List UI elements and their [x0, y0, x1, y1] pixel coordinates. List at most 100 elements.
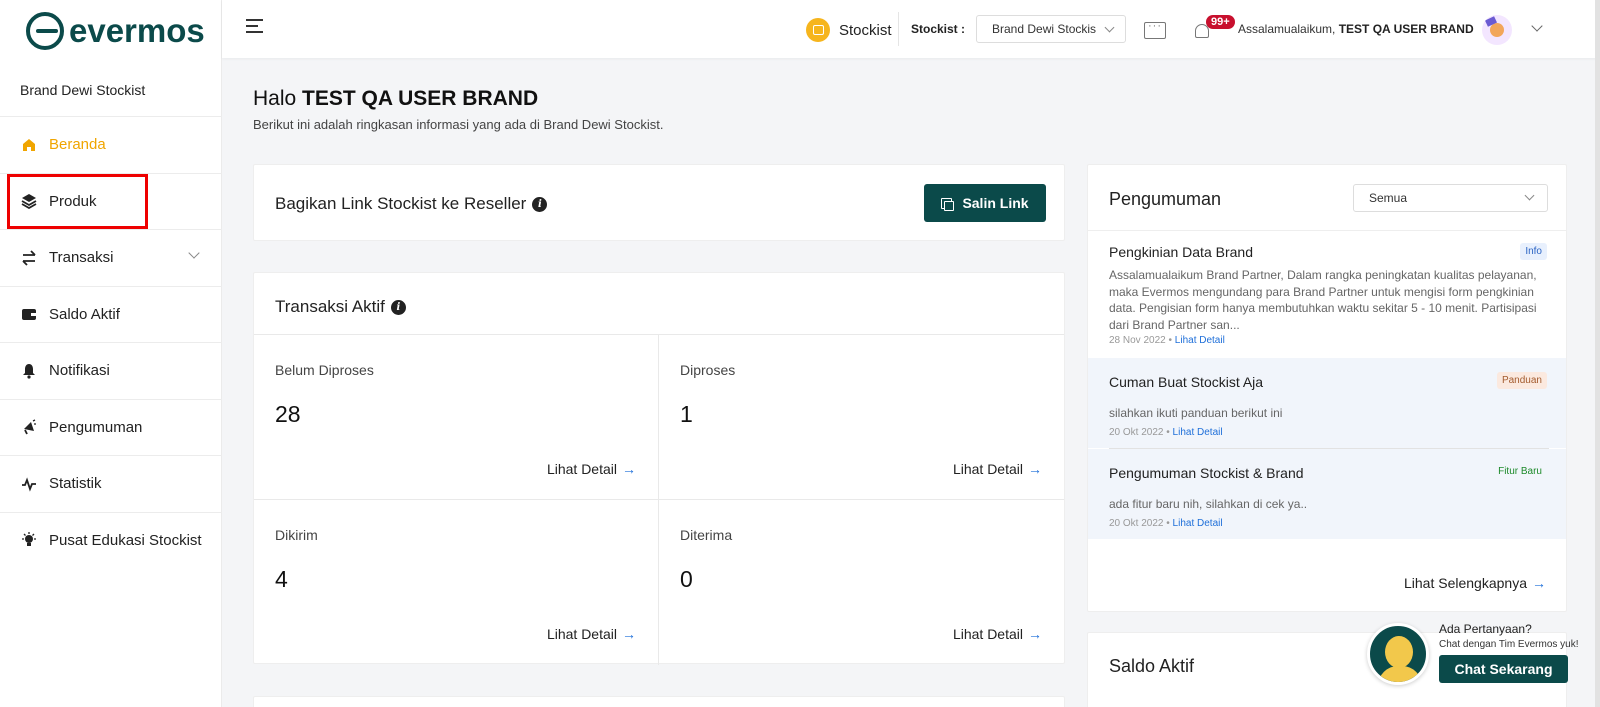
detail-label: Lihat Detail [952, 461, 1023, 477]
home-icon [20, 136, 37, 153]
layers-icon [20, 193, 37, 210]
active-transactions-card: Transaksi Aktif i Belum Diproses 28 Liha… [253, 272, 1065, 665]
announcement-badge: Panduan [1496, 372, 1547, 389]
see-all-announcements-link[interactable]: Lihat Selengkapnya → [1404, 575, 1546, 591]
megaphone-icon [20, 419, 37, 436]
role-label: Stockist [839, 21, 892, 39]
trx-detail-link[interactable]: Lihat Detail → [953, 626, 1042, 642]
trx-detail-link[interactable]: Lihat Detail → [547, 626, 636, 642]
sidebar-item-label: Statistik [49, 475, 102, 493]
trx-label: Dikirim [275, 527, 318, 543]
announcement-filter-select[interactable]: Semua [1353, 184, 1548, 212]
sidebar-item-label: Beranda [49, 136, 106, 154]
announcement-meta: 20 Okt 2022 • Lihat Detail [1109, 427, 1223, 438]
info-icon[interactable]: i [390, 299, 406, 315]
announcements-card: Pengumuman Semua Pengkinian Data Brand I… [1087, 164, 1567, 612]
info-icon[interactable]: i [532, 196, 548, 212]
arrow-right-icon: → [622, 461, 636, 477]
announcement-detail-link[interactable]: Lihat Detail [1173, 518, 1223, 529]
share-link-title-text: Bagikan Link Stockist ke Reseller [275, 194, 527, 213]
store-name: Brand Dewi Stockist [20, 82, 146, 98]
user-menu-chevron-icon[interactable] [1531, 20, 1543, 32]
chat-icon[interactable] [1144, 20, 1166, 39]
trx-cell-diproses: Diproses 1 Lihat Detail → [659, 335, 1064, 500]
announcement-filter-value: Semua [1369, 191, 1408, 205]
bell-icon [20, 362, 37, 379]
trx-label: Diproses [680, 362, 736, 378]
sidebar-item-saldo-aktif[interactable]: Saldo Aktif [0, 285, 222, 343]
trx-cell-diterima: Diterima 0 Lihat Detail → [659, 500, 1064, 665]
trx-count: 1 [680, 401, 693, 427]
announcement-detail-link[interactable]: Lihat Detail [1175, 335, 1225, 346]
announcement-date: 20 Okt 2022 [1109, 427, 1164, 438]
see-all-label: Lihat Selengkapnya [1404, 575, 1527, 591]
scrollbar[interactable] [1595, 0, 1600, 707]
logo-text: evermos [69, 12, 205, 49]
chevron-down-icon [1104, 22, 1115, 33]
chat-question: Ada Pertanyaan? [1439, 622, 1532, 636]
sidebar-item-transaksi[interactable]: Transaksi [0, 229, 222, 286]
sidebar-item-beranda[interactable]: Beranda [0, 116, 222, 173]
support-agent-avatar[interactable] [1367, 623, 1429, 685]
chat-subtitle: Chat dengan Tim Evermos yuk! [1439, 639, 1579, 650]
lightbulb-icon [20, 532, 37, 549]
announcement-date: 28 Nov 2022 [1109, 335, 1166, 346]
greeting-prefix: Assalamualaikum, [1238, 22, 1336, 36]
trx-detail-link[interactable]: Lihat Detail → [547, 461, 636, 477]
avatar-face [1385, 636, 1413, 668]
announcement-body: silahkan ikuti panduan berikut ini [1109, 406, 1283, 420]
trx-cell-belum-diproses: Belum Diproses 28 Lihat Detail → [254, 335, 659, 500]
swap-arrows-icon [20, 249, 37, 266]
chevron-down-icon [188, 247, 200, 259]
trx-detail-link[interactable]: Lihat Detail → [953, 461, 1042, 477]
sidebar-item-produk[interactable]: Produk [0, 172, 222, 230]
wallet-icon [20, 306, 37, 323]
page-subtitle: Berikut ini adalah ringkasan informasi y… [253, 117, 664, 132]
hello-text: Halo [253, 87, 297, 110]
sidebar-nav: Beranda Produk Transaksi Saldo Aktif Not… [0, 116, 222, 568]
share-link-title: Bagikan Link Stockist ke Reseller i [275, 194, 548, 214]
evermos-logo-icon [26, 12, 64, 50]
sidebar-item-pusat-edukasi[interactable]: Pusat Edukasi Stockist [0, 511, 222, 569]
announcement-item[interactable]: Cuman Buat Stockist Aja Panduan silahkan… [1088, 358, 1566, 448]
arrow-right-icon: → [1532, 575, 1546, 591]
detail-label: Lihat Detail [546, 461, 617, 477]
evermos-logo[interactable]: evermos [26, 12, 205, 50]
sidebar-item-pengumuman[interactable]: Pengumuman [0, 398, 222, 456]
chat-widget: Ada Pertanyaan? Chat dengan Tim Evermos … [1362, 612, 1600, 707]
announcement-title: Cuman Buat Stockist Aja [1109, 374, 1264, 390]
announcement-item[interactable]: Pengkinian Data Brand Info Assalamualaik… [1088, 231, 1566, 358]
arrow-right-icon: → [1028, 461, 1042, 477]
trx-label: Diterima [680, 527, 733, 543]
chat-now-button[interactable]: Chat Sekarang [1439, 655, 1568, 683]
sidebar-item-label: Pengumuman [49, 418, 143, 436]
sidebar-item-notifikasi[interactable]: Notifikasi [0, 342, 222, 399]
trx-count: 0 [680, 566, 693, 592]
announcements-title: Pengumuman [1109, 189, 1222, 209]
stockist-select-label: Stockist : [911, 22, 966, 36]
transactions-grid: Belum Diproses 28 Lihat Detail → Diproses… [254, 334, 1064, 665]
announcement-title: Pengkinian Data Brand [1109, 244, 1253, 260]
announcement-badge: Info [1520, 243, 1547, 260]
announcement-detail-link[interactable]: Lihat Detail [1173, 427, 1223, 438]
sidebar: evermos Brand Dewi Stockist Beranda Prod… [0, 0, 222, 707]
announcement-item[interactable]: Pengumuman Stockist & Brand Fitur Baru a… [1088, 449, 1566, 539]
saldo-aktif-title: Saldo Aktif [1109, 656, 1195, 676]
announcement-badge: Fitur Baru [1498, 466, 1542, 477]
announcement-date: 20 Okt 2022 [1109, 518, 1164, 529]
avatar[interactable] [1482, 15, 1512, 45]
copy-link-button[interactable]: Salin Link [924, 184, 1046, 222]
next-card-partial [253, 696, 1065, 707]
stockist-select[interactable]: Brand Dewi Stockis [976, 15, 1126, 43]
avatar-body [1378, 666, 1422, 682]
activity-icon [20, 475, 37, 492]
menu-toggle-icon[interactable] [246, 19, 263, 33]
sidebar-item-label: Notifikasi [49, 362, 110, 380]
sidebar-item-label: Transaksi [49, 249, 114, 267]
announcement-body: Assalamualaikum Brand Partner, Dalam ran… [1109, 268, 1537, 332]
announcement-title: Pengumuman Stockist & Brand [1109, 465, 1304, 481]
notification-count-badge: 99+ [1206, 15, 1235, 29]
trx-count: 4 [275, 566, 288, 592]
announcement-meta: 28 Nov 2022 • Lihat Detail [1109, 335, 1225, 346]
sidebar-item-statistik[interactable]: Statistik [0, 455, 222, 512]
